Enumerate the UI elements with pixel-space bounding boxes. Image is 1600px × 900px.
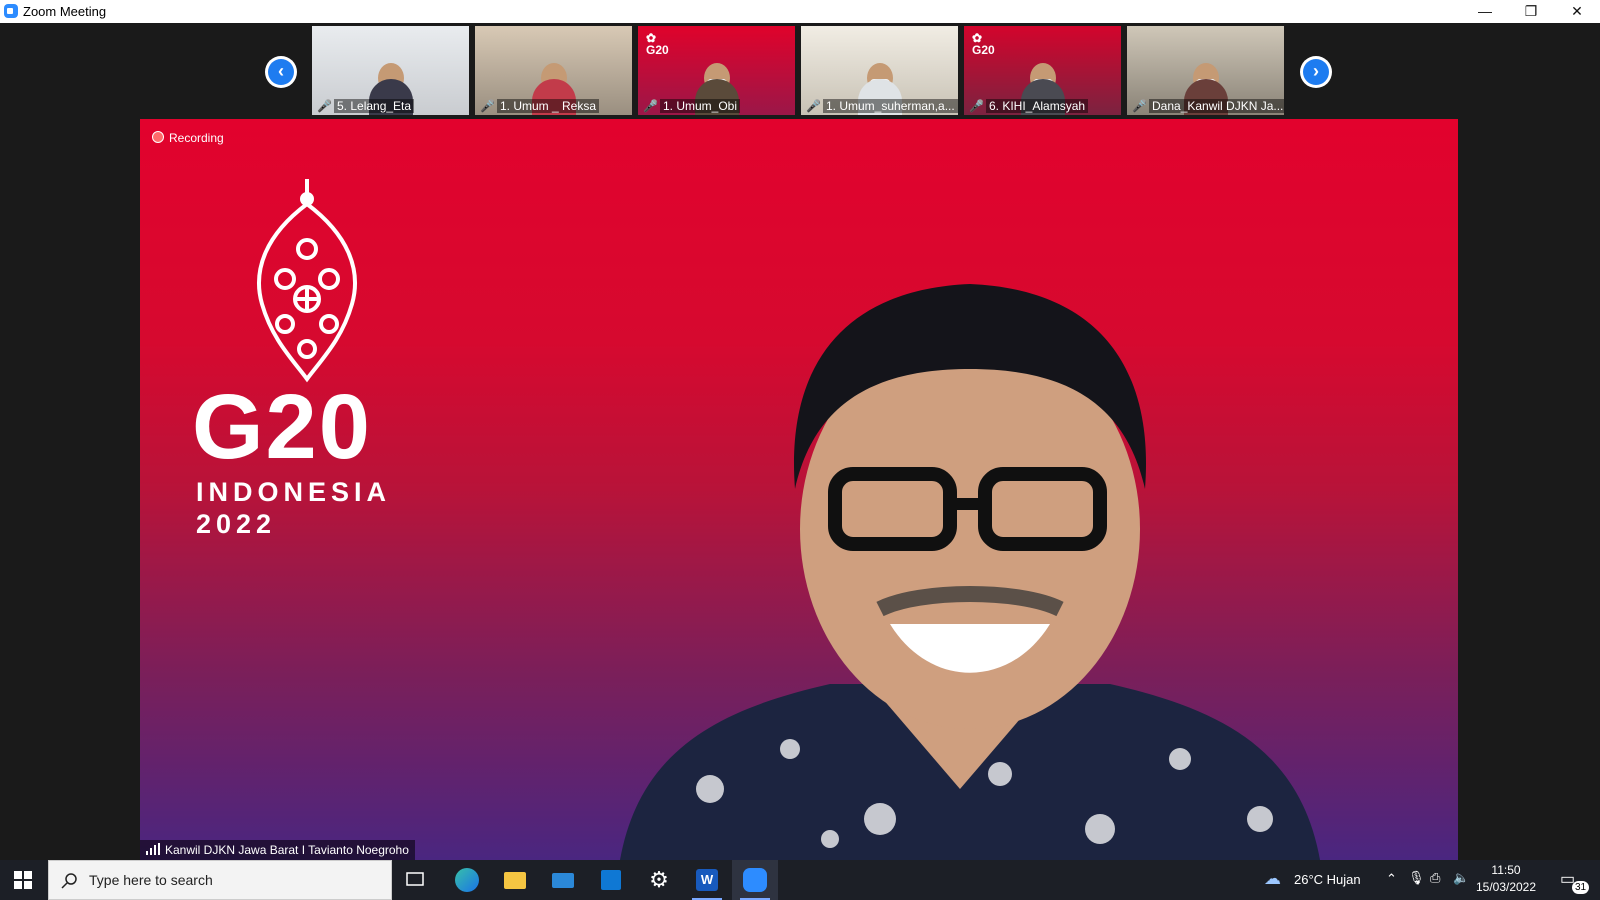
mic-muted-icon: 🎤 [317, 99, 332, 113]
participant-name: 1. Umum_suherman,a... [823, 99, 958, 113]
g20-logo-small: ✿ G20 [972, 31, 995, 57]
edge-icon [455, 868, 479, 892]
close-button[interactable]: ✕ [1554, 0, 1600, 23]
mic-muted-icon: 🎤 [969, 99, 984, 113]
taskbar-store[interactable] [588, 860, 634, 900]
mic-muted-icon: 🎤 [643, 99, 658, 113]
g20-logo-text: G20 [192, 376, 372, 478]
mic-muted-icon: 🎤 [480, 99, 495, 113]
next-page-button[interactable]: › [1300, 56, 1332, 88]
taskbar-settings[interactable]: ⚙ [636, 860, 682, 900]
task-view-button[interactable] [392, 860, 438, 900]
speaker-person [620, 284, 1320, 860]
zoom-taskbar-icon [743, 868, 767, 892]
store-icon [601, 870, 621, 890]
g20-year-text: 2022 [196, 509, 277, 539]
mic-muted-icon: 🎤 [1132, 99, 1147, 113]
taskbar-file-explorer[interactable] [492, 860, 538, 900]
taskbar-search-box[interactable]: Type here to search [48, 860, 392, 900]
cloud-rain-icon: ☁ [1264, 869, 1281, 888]
participant-name: 1. Umum _ Reksa [497, 99, 600, 113]
folder-icon [504, 871, 526, 889]
network-icon[interactable]: ⎙ [1430, 870, 1440, 886]
participant-name: 5. Lelang_Eta [334, 99, 415, 113]
prev-page-button[interactable]: ‹ [265, 56, 297, 88]
g20-ornament-icon [257, 179, 357, 383]
clock-time: 11:50 [1491, 863, 1521, 877]
restore-button[interactable]: ❐ [1508, 0, 1554, 23]
participant-name: Dana_Kanwil DJKN Ja... [1149, 99, 1284, 113]
speaker-name-label: Kanwil DJKN Jawa Barat I Tavianto Noegro… [140, 840, 415, 860]
volume-icon[interactable]: 🔈 [1453, 870, 1469, 886]
window-title: Zoom Meeting [23, 4, 107, 19]
start-button[interactable] [0, 860, 46, 900]
windows-logo-icon [14, 871, 32, 889]
participant-name: 1. Umum_Obi [660, 99, 741, 113]
participant-tile[interactable]: 🎤 1. Umum _ Reksa [475, 26, 632, 115]
participant-tile[interactable]: ✿ G20 🎤 6. KIHI_Alamsyah [964, 26, 1121, 115]
clock-date: 15/03/2022 [1475, 880, 1537, 894]
windows-taskbar: Type here to search ⚙ W ☁ 26°C Hujan ⌃ 🎙… [0, 860, 1600, 900]
search-icon [61, 873, 77, 889]
weather-widget[interactable]: ☁ 26°C Hujan [1264, 860, 1376, 900]
zoom-app-icon [4, 4, 18, 18]
participant-tile[interactable]: 🎤 Dana_Kanwil DJKN Ja... [1127, 26, 1284, 115]
title-bar: Zoom Meeting — ❐ ✕ [0, 0, 1600, 24]
participant-tile[interactable]: ✿ G20 🎤 1. Umum_Obi [638, 26, 795, 115]
g20-logo-small: ✿ G20 [646, 31, 669, 57]
recording-label: Recording [169, 131, 224, 145]
chevron-left-icon: ‹ [268, 59, 294, 85]
chevron-right-icon: › [1303, 59, 1329, 85]
taskbar-word[interactable]: W [684, 860, 730, 900]
taskbar-edge[interactable] [444, 860, 490, 900]
minimize-button[interactable]: — [1462, 0, 1508, 23]
microphone-icon[interactable]: 🎙 [1408, 870, 1425, 886]
mail-icon [552, 872, 574, 888]
weather-text: 26°C Hujan [1294, 872, 1361, 887]
notification-center-button[interactable]: ▭ 31 [1552, 860, 1592, 900]
active-speaker-video[interactable]: Recording G20 INDONESIA 2022 Kanwil DJKN… [140, 119, 1458, 860]
word-icon: W [696, 869, 718, 891]
participant-name: 6. KIHI_Alamsyah [986, 99, 1089, 113]
taskbar-mail[interactable] [540, 860, 586, 900]
taskbar-zoom[interactable] [732, 860, 778, 900]
gear-icon: ⚙ [649, 867, 669, 892]
participant-tile[interactable]: 🎤 1. Umum_suherman,a... [801, 26, 958, 115]
participant-tile[interactable]: 🎤 5. Lelang_Eta [312, 26, 469, 115]
signal-strength-icon [146, 843, 160, 855]
participant-strip [0, 23, 1600, 118]
g20-country-text: INDONESIA [196, 477, 392, 507]
task-view-icon [406, 872, 424, 886]
recording-icon [152, 131, 164, 143]
notification-count: 31 [1572, 881, 1590, 894]
speaker-name: Kanwil DJKN Jawa Barat I Tavianto Noegro… [165, 843, 409, 857]
clock[interactable]: 11:50 15/03/2022 [1474, 862, 1538, 898]
search-placeholder: Type here to search [89, 872, 213, 888]
recording-indicator[interactable]: Recording [152, 131, 224, 145]
chevron-up-icon[interactable]: ⌃ [1386, 871, 1397, 887]
mic-muted-icon: 🎤 [806, 99, 821, 113]
